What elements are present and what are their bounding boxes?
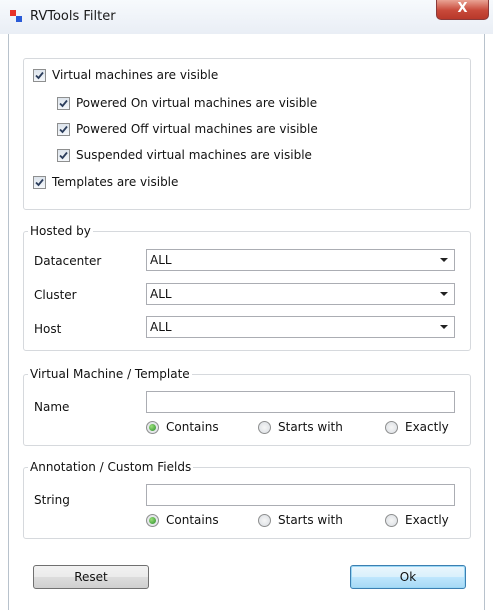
vm-template-legend: Virtual Machine / Template: [28, 367, 192, 381]
name-exactly-radio[interactable]: [385, 421, 398, 434]
cluster-dropdown[interactable]: ALL: [146, 283, 455, 305]
host-dropdown[interactable]: ALL: [146, 316, 455, 338]
dialog-client-area: Virtual machines are visible Powered On …: [8, 34, 485, 610]
chevron-down-icon: [440, 292, 448, 296]
window-title: RVTools Filter: [30, 9, 116, 24]
reset-button[interactable]: Reset: [33, 565, 149, 589]
title-bar: RVTools Filter X: [0, 0, 493, 34]
string-starts-with-radio[interactable]: [258, 514, 271, 527]
host-label: Host: [34, 322, 62, 336]
ok-button[interactable]: Ok: [350, 565, 466, 589]
name-input[interactable]: [146, 391, 455, 413]
chevron-down-icon: [440, 258, 448, 262]
datacenter-dropdown[interactable]: ALL: [146, 249, 455, 271]
name-contains-label: Contains: [166, 420, 219, 434]
name-starts-with-label: Starts with: [278, 420, 343, 434]
hosted-by-group: Hosted by Datacenter ALL Cluster ALL Hos…: [23, 224, 471, 351]
string-exactly-radio[interactable]: [385, 514, 398, 527]
vms-visible-label: Virtual machines are visible: [52, 68, 219, 82]
powered-off-label: Powered Off virtual machines are visible: [76, 122, 318, 136]
datacenter-label: Datacenter: [34, 254, 102, 268]
hosted-by-legend: Hosted by: [28, 224, 93, 238]
name-label: Name: [34, 400, 70, 414]
chevron-down-icon: [440, 325, 448, 329]
string-contains-radio[interactable]: [146, 514, 159, 527]
powered-off-checkbox[interactable]: [57, 123, 70, 136]
host-value: ALL: [150, 320, 172, 334]
powered-on-checkbox[interactable]: [57, 97, 70, 110]
string-contains-label: Contains: [166, 513, 219, 527]
string-exactly-label: Exactly: [405, 513, 449, 527]
string-starts-with-label: Starts with: [278, 513, 343, 527]
close-icon: X: [457, 1, 468, 16]
string-input[interactable]: [146, 484, 455, 506]
name-contains-radio[interactable]: [146, 421, 159, 434]
vm-template-group: Virtual Machine / Template Name Contains…: [23, 367, 471, 446]
string-label: String: [34, 493, 70, 507]
datacenter-value: ALL: [150, 253, 172, 267]
templates-label: Templates are visible: [52, 175, 179, 189]
name-starts-with-radio[interactable]: [258, 421, 271, 434]
cluster-label: Cluster: [34, 288, 77, 302]
close-button[interactable]: X: [436, 0, 489, 20]
visibility-group: Virtual machines are visible Powered On …: [23, 58, 471, 210]
vms-visible-checkbox[interactable]: [33, 69, 46, 82]
suspended-label: Suspended virtual machines are visible: [76, 148, 312, 162]
annotation-legend: Annotation / Custom Fields: [28, 460, 194, 474]
templates-checkbox[interactable]: [33, 176, 46, 189]
annotation-group: Annotation / Custom Fields String Contai…: [23, 460, 471, 539]
name-exactly-label: Exactly: [405, 420, 449, 434]
suspended-checkbox[interactable]: [57, 149, 70, 162]
cluster-value: ALL: [150, 287, 172, 301]
rvtools-app-icon: [10, 10, 22, 22]
powered-on-label: Powered On virtual machines are visible: [76, 96, 318, 110]
